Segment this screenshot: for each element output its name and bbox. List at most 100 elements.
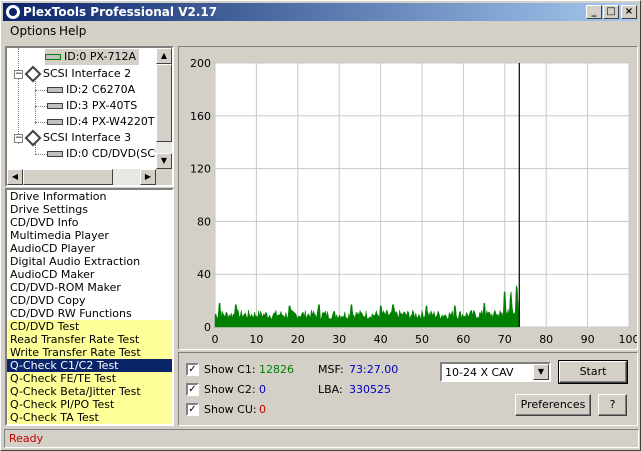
scroll-left-icon[interactable]: ◀	[7, 169, 23, 185]
tree-item-label: ID:0 PX-712A	[64, 50, 137, 63]
function-item[interactable]: Drive Settings	[7, 203, 172, 216]
tree-vertical-scrollbar[interactable]: ▲ ▼	[156, 48, 172, 169]
x-tick-label: 90	[581, 333, 595, 346]
function-item[interactable]: Q-Check FE/TE Test	[7, 372, 172, 385]
tree-item-scsi-2[interactable]: SCSI Interface 2	[24, 65, 132, 83]
function-item[interactable]: CD/DVD Info	[7, 216, 172, 229]
function-item[interactable]: Q-Check TA Test	[7, 411, 172, 424]
lba-value: 330525	[349, 383, 391, 396]
function-list: Drive Information Drive Settings CD/DVD In…	[5, 188, 174, 426]
x-tick-label: 50	[415, 333, 429, 346]
show-c2-checkbox[interactable]: ✓	[186, 383, 199, 396]
status-bar: Ready	[4, 429, 639, 448]
x-tick-label: 80	[539, 333, 553, 346]
show-c1-label: Show C1:	[204, 363, 256, 376]
msf-value: 73:27.00	[349, 363, 399, 376]
control-panel: ✓ Show C1: 12826 ✓ Show C2: 0 ✓ Show CU:…	[178, 352, 638, 426]
function-item[interactable]: Q-Check Beta/Jitter Test	[7, 385, 172, 398]
tree-item-label: SCSI Interface 2	[43, 67, 132, 80]
close-button[interactable]: ×	[621, 5, 637, 19]
help-button[interactable]: ?	[598, 394, 627, 416]
x-tick-label: 70	[498, 333, 512, 346]
drive-icon	[47, 103, 63, 109]
drive-icon	[47, 87, 63, 93]
tree-item-label: ID:0 CD/DVD(SCSI	[66, 147, 166, 160]
function-item[interactable]: Q-Check C1/C2 Test	[7, 359, 172, 372]
tree-item-label: SCSI Interface 3	[43, 131, 132, 144]
chart-panel: 0 10 20 30 40 50 60 70 80 90 100 0 40 80 120 160 200	[178, 46, 638, 350]
window-title: PlexTools Professional V2.17	[23, 5, 218, 19]
tree-item-px712a[interactable]: ID:0 PX-712A	[45, 49, 140, 65]
tree-item-scsi-3[interactable]: SCSI Interface 3	[24, 129, 132, 147]
x-tick-label: 20	[291, 333, 305, 346]
scsi-icon	[24, 65, 42, 83]
show-cu-label: Show CU:	[204, 403, 257, 416]
c2-count: 0	[259, 383, 266, 396]
maximize-button[interactable]: □	[603, 5, 619, 19]
tree-item-label: ID:3 PX-40TS	[66, 99, 138, 112]
y-tick-label: 0	[204, 321, 211, 334]
menu-options[interactable]: Options	[10, 24, 56, 38]
app-icon	[6, 5, 20, 19]
c1-count: 12826	[259, 363, 294, 376]
function-item[interactable]: Multimedia Player	[7, 229, 172, 242]
show-cu-checkbox[interactable]: ✓	[186, 403, 199, 416]
speed-select[interactable]: 10-24 X CAV ▼	[440, 362, 551, 382]
start-button[interactable]: Start	[558, 360, 628, 384]
scroll-down-icon[interactable]: ▼	[156, 153, 172, 169]
chevron-down-icon[interactable]: ▼	[533, 364, 549, 380]
title-bar[interactable]: PlexTools Professional V2.17 _ □ ×	[3, 3, 638, 21]
function-item[interactable]: CD/DVD Copy	[7, 294, 172, 307]
msf-label: MSF:	[318, 363, 344, 376]
x-tick-label: 10	[249, 333, 263, 346]
minimize-button[interactable]: _	[586, 5, 602, 19]
x-tick-label: 40	[374, 333, 388, 346]
function-item[interactable]: AudioCD Player	[7, 242, 172, 255]
x-tick-label: 0	[212, 333, 219, 346]
drive-icon	[45, 54, 61, 60]
scroll-right-icon[interactable]: ▶	[140, 169, 156, 185]
tree-item-pxw4220t[interactable]: ID:4 PX-W4220T	[47, 114, 155, 130]
y-tick-label: 200	[190, 57, 211, 70]
function-item[interactable]: AudioCD Maker	[7, 268, 172, 281]
x-tick-label: 30	[332, 333, 346, 346]
tree-item-label: ID:4 PX-W4220T	[66, 115, 155, 128]
function-item[interactable]: Write Transfer Rate Test	[7, 346, 172, 359]
scsi-icon	[24, 129, 42, 147]
scroll-thumb[interactable]	[23, 169, 113, 185]
device-tree: ID:0 PX-712A − SCSI Interface 2 ID:2 C62…	[5, 46, 174, 187]
tree-item-cddvd[interactable]: ID:0 CD/DVD(SCSI	[47, 146, 165, 162]
lba-label: LBA:	[318, 383, 343, 396]
menu-bar: Options Help	[3, 22, 638, 40]
drive-icon	[47, 119, 63, 125]
function-item[interactable]: CD/DVD RW Functions	[7, 307, 172, 320]
function-item[interactable]: CD/DVD-ROM Maker	[7, 281, 172, 294]
menu-help[interactable]: Help	[59, 24, 86, 38]
function-item[interactable]: Read Transfer Rate Test	[7, 333, 172, 346]
collapse-icon[interactable]: −	[14, 134, 23, 143]
cu-count: 0	[259, 403, 266, 416]
y-tick-label: 160	[190, 110, 211, 123]
function-item[interactable]: Digital Audio Extraction	[7, 255, 172, 268]
function-item[interactable]: Drive Information	[7, 190, 172, 203]
tree-item-c6270a[interactable]: ID:2 C6270A	[47, 82, 135, 98]
speed-select-value: 10-24 X CAV	[445, 366, 514, 379]
show-c2-label: Show C2:	[204, 383, 256, 396]
preferences-button[interactable]: Preferences	[515, 394, 591, 416]
function-item[interactable]: CD/DVD Test	[7, 320, 172, 333]
y-tick-label: 40	[197, 268, 211, 281]
y-tick-label: 80	[197, 215, 211, 228]
y-tick-label: 120	[190, 163, 211, 176]
show-c1-checkbox[interactable]: ✓	[186, 363, 199, 376]
tree-item-px40ts[interactable]: ID:3 PX-40TS	[47, 98, 137, 114]
function-item[interactable]: Q-Check PI/PO Test	[7, 398, 172, 411]
tree-item-label: ID:2 C6270A	[66, 83, 136, 96]
drive-icon	[47, 151, 63, 157]
c1c2-chart: 0 10 20 30 40 50 60 70 80 90 100 0 40 80 120 160 200	[190, 57, 638, 346]
scroll-up-icon[interactable]: ▲	[156, 48, 172, 64]
collapse-icon[interactable]: −	[14, 70, 23, 79]
main-window: PlexTools Professional V2.17 _ □ × Optio…	[0, 0, 641, 451]
x-tick-label: 100	[619, 333, 638, 346]
tree-horizontal-scrollbar[interactable]: ◀ ▶	[7, 169, 156, 185]
scroll-thumb[interactable]	[156, 64, 172, 142]
